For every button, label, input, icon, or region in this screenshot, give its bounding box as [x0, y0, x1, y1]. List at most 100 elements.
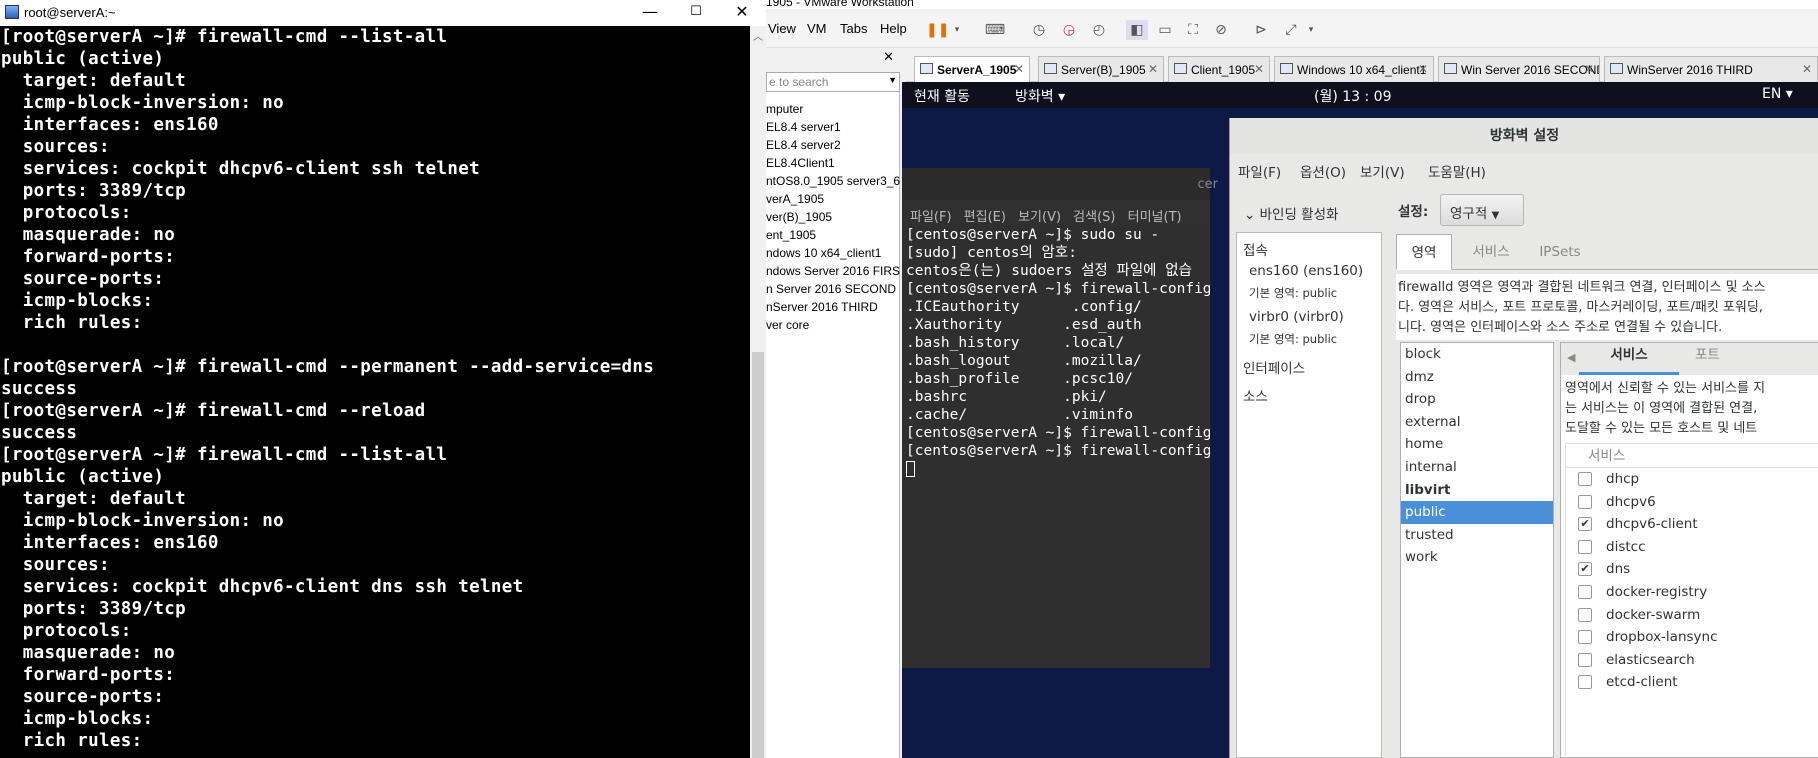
menu-tabs[interactable]: Tabs [840, 21, 867, 36]
library-item[interactable]: ver(B)_1905 [766, 208, 900, 226]
send-keys-icon[interactable]: ⌨ [984, 20, 1006, 40]
library-item[interactable]: ndows 10 x64_client1 [766, 244, 900, 262]
console-view-icon[interactable]: ▭ [1154, 20, 1176, 40]
zone-item[interactable]: block [1401, 343, 1553, 366]
zone-item[interactable]: internal [1401, 456, 1553, 479]
library-item[interactable]: EL8.4 server1 [766, 118, 900, 136]
guest-terminal-menubar[interactable]: 파일(F) 편집(E) 보기(V) 검색(S) 터미널(T) [902, 200, 1210, 226]
configuration-select[interactable]: 영구적 ▼ [1440, 194, 1524, 226]
library-toggle-icon[interactable]: ◧ [1126, 20, 1148, 40]
close-icon[interactable]: ✕ [1148, 62, 1158, 76]
scrollbar-thumb[interactable] [752, 352, 764, 758]
service-checkbox[interactable]: ✔ [1578, 562, 1592, 577]
unity-icon[interactable]: ⊘ [1210, 20, 1232, 40]
service-checkbox[interactable] [1578, 607, 1592, 622]
service-checkbox[interactable] [1578, 584, 1592, 599]
snapshot-icon[interactable]: ◷ [1028, 20, 1050, 40]
library-search-input[interactable]: e to search ▼ [766, 72, 900, 92]
fw-menu-options[interactable]: 옵션(O) [1300, 161, 1346, 181]
library-item[interactable]: nServer 2016 THIRD [766, 298, 900, 316]
putty-window[interactable]: root@serverA:~ — ☐ ✕ [root@serverA ~]# f… [0, 0, 766, 758]
close-icon[interactable]: ✕ [1014, 62, 1024, 76]
library-item[interactable]: ndows Server 2016 FIRST [766, 262, 900, 280]
close-icon[interactable]: ✕ [1418, 62, 1428, 76]
service-checkbox[interactable] [1578, 652, 1592, 667]
guest-terminal-output[interactable]: [centos@serverA ~]$ sudo su - [sudo] cent… [902, 226, 1210, 668]
menu-view[interactable]: View [768, 21, 796, 36]
interfaces-label[interactable]: 인터페이스 [1243, 357, 1305, 377]
fw-menu-view[interactable]: 보기(V) [1360, 161, 1405, 181]
library-item[interactable]: EL8.4 server2 [766, 136, 900, 154]
library-close-icon[interactable]: ✕ [883, 50, 894, 65]
pause-dropdown-icon[interactable]: ▾ [946, 20, 968, 40]
close-icon[interactable]: ✕ [1802, 62, 1812, 76]
service-row[interactable]: ✔ dhcpv6-client [1566, 513, 1818, 536]
activities-button[interactable]: 현재 활동 [914, 86, 970, 106]
stretch-icon[interactable]: ⤢ [1280, 20, 1302, 40]
service-checkbox[interactable] [1578, 630, 1592, 645]
terminal-icon[interactable]: ⊳ [1250, 20, 1272, 40]
fullscreen-icon[interactable]: ⛶ [1182, 20, 1204, 40]
tab-services[interactable]: 서비스 [1456, 234, 1526, 270]
service-checkbox[interactable] [1578, 494, 1592, 509]
service-row[interactable]: ✔ dns [1566, 558, 1818, 581]
maximize-button[interactable]: ☐ [673, 0, 719, 26]
app-menu[interactable]: 방화벽 ▾ [1015, 86, 1065, 106]
zone-item[interactable]: work [1401, 546, 1553, 569]
service-row[interactable]: etcd-client [1566, 671, 1818, 694]
tab-zones[interactable]: 영역 [1396, 234, 1452, 270]
services-column-header[interactable]: 서비스 [1566, 444, 1818, 468]
service-row[interactable]: distcc [1566, 536, 1818, 559]
library-item[interactable]: n Server 2016 SECOND [766, 280, 900, 298]
library-item[interactable]: verA_1905 [766, 190, 900, 208]
zone-item[interactable]: dmz [1401, 366, 1553, 389]
guest-terminal-window[interactable]: cer 파일(F) 편집(E) 보기(V) 검색(S) 터미널(T) [cent… [902, 168, 1218, 668]
vm-tab[interactable]: Win Server 2016 SECOND ✕ [1438, 56, 1600, 82]
service-checkbox[interactable]: ✔ [1578, 517, 1592, 532]
putty-titlebar[interactable]: root@serverA:~ — ☐ ✕ [0, 0, 766, 26]
zone-item[interactable]: drop [1401, 388, 1553, 411]
fw-menu-file[interactable]: 파일(F) [1238, 161, 1281, 181]
library-item[interactable]: ntOS8.0_1905 server3_64 [766, 172, 900, 190]
fw-menu-help[interactable]: 도움말(H) [1428, 161, 1486, 181]
vm-tab[interactable]: Server(B)_1905 ✕ [1038, 56, 1164, 82]
tab-scroll-left-icon[interactable]: ◀ [1567, 351, 1575, 364]
search-dropdown-icon[interactable]: ▼ [888, 75, 897, 85]
close-icon[interactable]: ✕ [1254, 62, 1264, 76]
service-row[interactable]: dhcpv6 [1566, 491, 1818, 514]
service-checkbox[interactable] [1578, 472, 1592, 486]
close-button[interactable]: ✕ [719, 0, 765, 26]
tab-ipsets[interactable]: IPSets [1530, 234, 1590, 270]
stretch-dropdown-icon[interactable]: ▾ [1300, 20, 1322, 40]
minimize-button[interactable]: — [627, 0, 673, 26]
putty-terminal-output[interactable]: [root@serverA ~]# firewall-cmd --list-al… [0, 26, 750, 758]
close-icon[interactable]: ✕ [1584, 62, 1594, 76]
clock[interactable]: (월) 13 : 09 [1314, 86, 1392, 106]
connection-virbr0[interactable]: virbr0 (virbr0) [1249, 309, 1344, 325]
service-checkbox[interactable] [1578, 539, 1592, 554]
zone-item[interactable]: libvirt [1401, 479, 1553, 502]
service-row[interactable]: dropbox-lansync [1566, 626, 1818, 649]
pause-icon[interactable]: ❚❚ [926, 20, 949, 40]
service-checkbox[interactable] [1578, 675, 1592, 690]
connection-ens160[interactable]: ens160 (ens160) [1249, 263, 1363, 279]
zone-item[interactable]: public [1401, 501, 1553, 524]
binding-expander[interactable]: ⌄ 바인딩 활성화 [1244, 203, 1338, 223]
vm-tab[interactable]: Client_1905 ✕ [1168, 56, 1270, 82]
vm-tab[interactable]: Windows 10 x64_client1 ✕ [1274, 56, 1434, 82]
language-indicator[interactable]: EN ▾ [1762, 86, 1793, 102]
vm-tab[interactable]: WinServer 2016 THIRD ✕ [1604, 56, 1818, 82]
zone-item[interactable]: home [1401, 433, 1553, 456]
putty-scrollbar[interactable]: ︿ [750, 26, 766, 758]
scroll-up-icon[interactable]: ︿ [753, 28, 763, 43]
service-row[interactable]: docker-swarm [1566, 604, 1818, 627]
menu-help[interactable]: Help [880, 21, 907, 36]
service-row[interactable]: elasticsearch [1566, 649, 1818, 672]
vm-tab[interactable]: ServerA_1905 ✕ [914, 56, 1030, 82]
tab-zone-ports[interactable]: 포트 [1695, 343, 1720, 363]
library-item[interactable]: ver core [766, 316, 900, 334]
zone-item[interactable]: trusted [1401, 524, 1553, 547]
service-row[interactable]: docker-registry [1566, 581, 1818, 604]
guest-terminal-titlebar[interactable]: cer [902, 168, 1218, 200]
menu-vm[interactable]: VM [807, 21, 827, 36]
